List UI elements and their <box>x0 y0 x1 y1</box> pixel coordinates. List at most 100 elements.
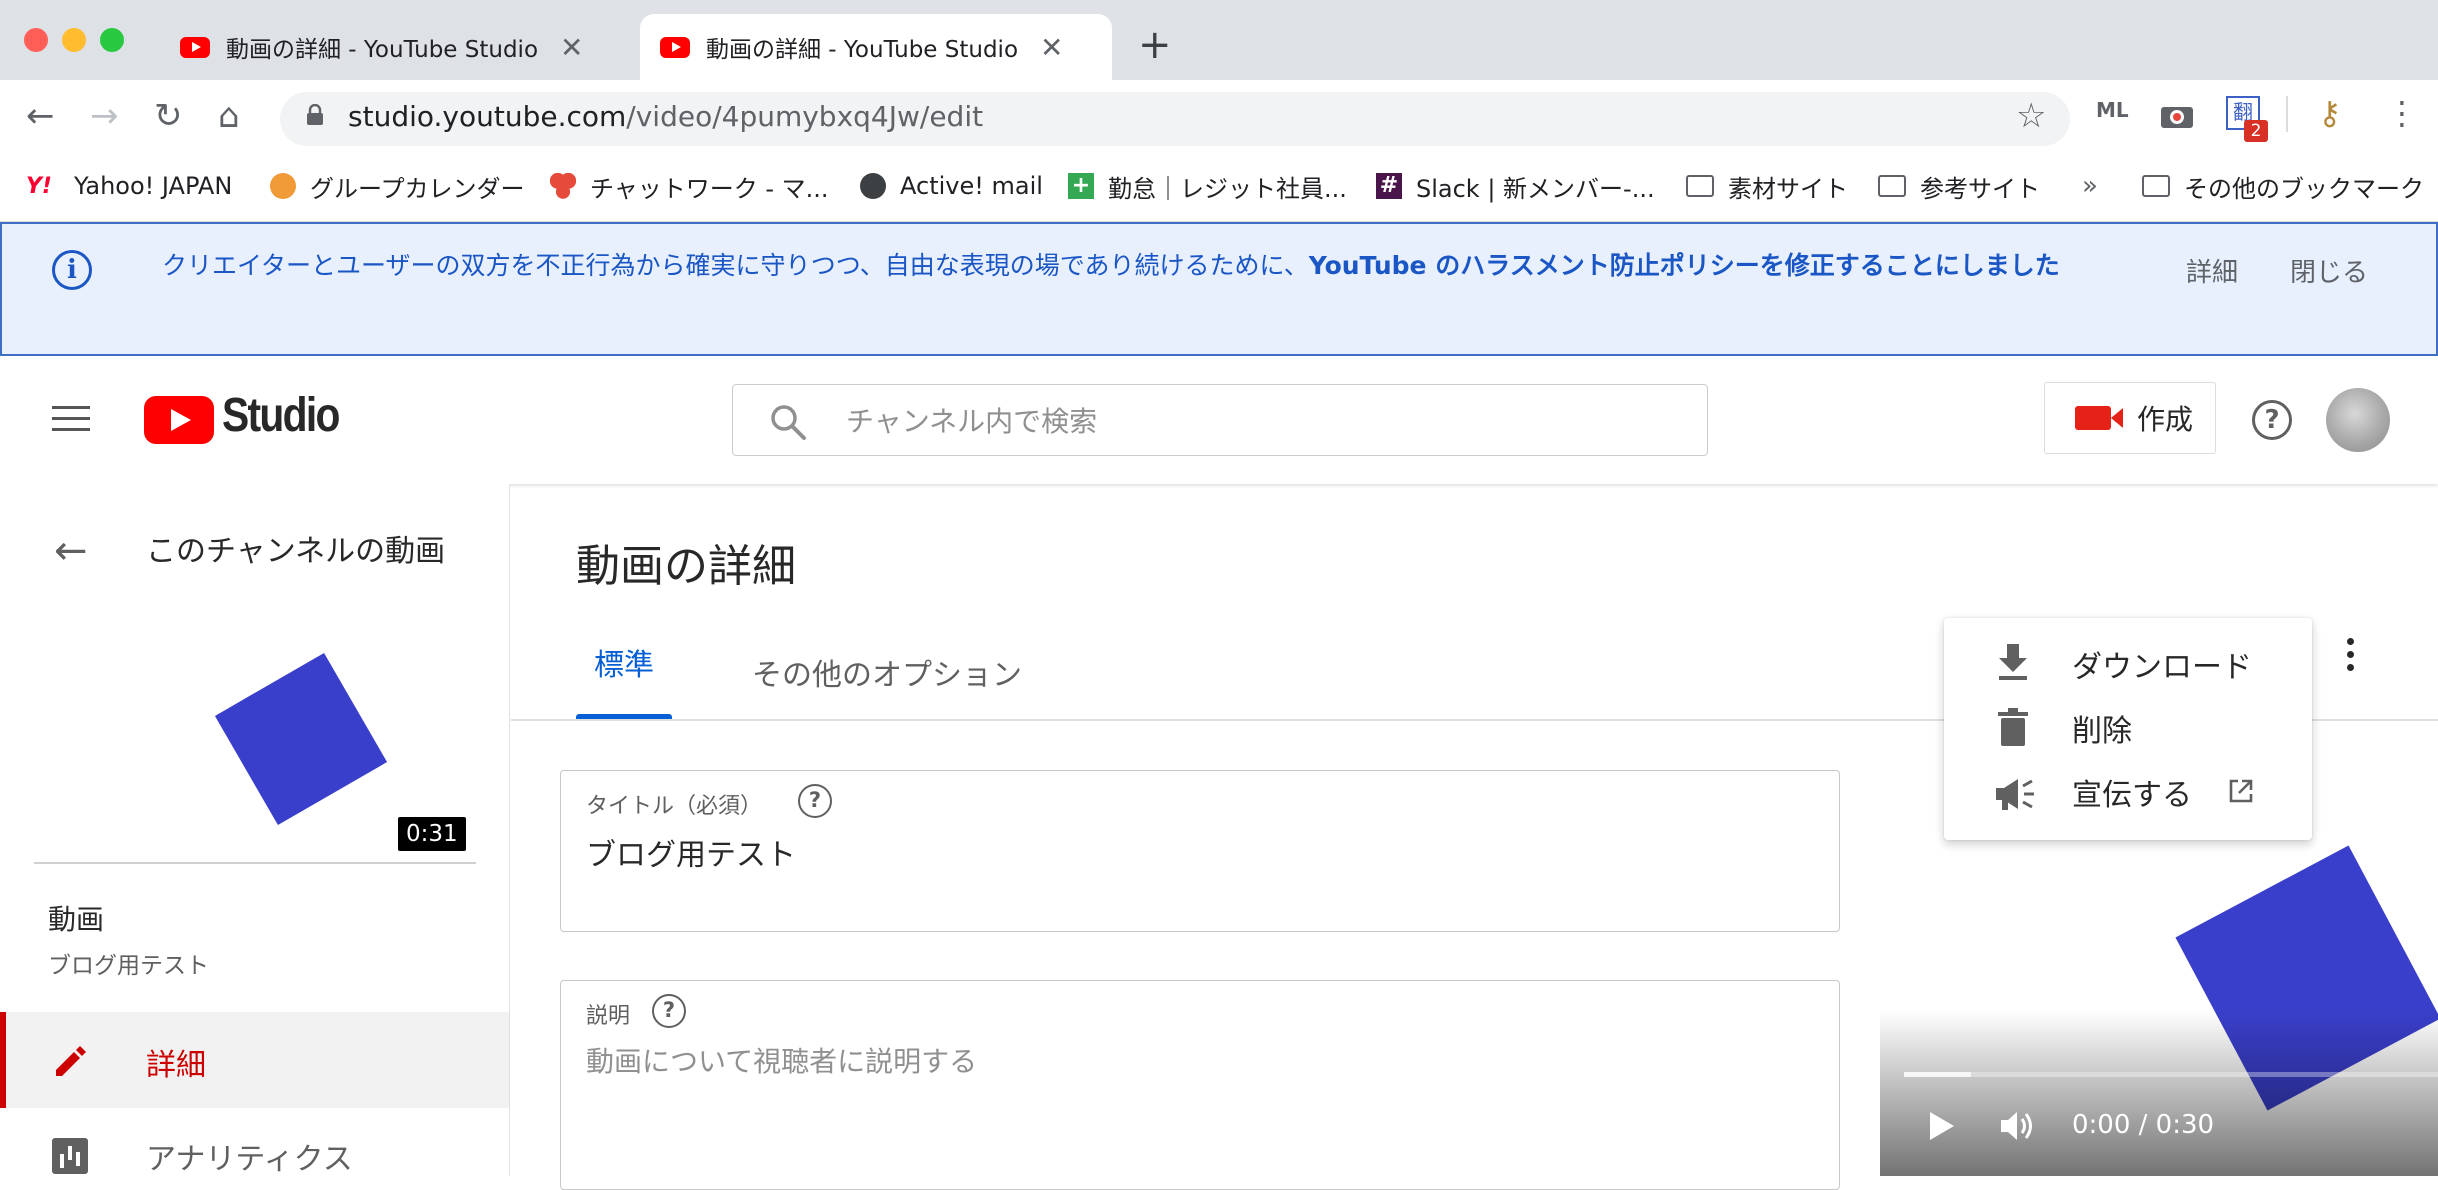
browser-tab-1[interactable]: 動画の詳細 - YouTube Studio ✕ <box>160 14 630 80</box>
tab-title: 動画の詳細 - YouTube Studio <box>226 37 539 63</box>
page-title: 動画の詳細 <box>576 541 796 592</box>
back-arrow-icon[interactable]: ← <box>26 96 55 136</box>
browser-menu-icon[interactable]: ⋮ <box>2386 94 2418 132</box>
megaphone-icon <box>1996 779 2034 810</box>
bookmark-chatwork[interactable]: チャットワーク - マ... <box>550 165 829 207</box>
menu-delete-label: 削除 <box>2072 714 2132 749</box>
banner-close-button[interactable]: 閉じる <box>2290 252 2368 289</box>
hamburger-menu-icon[interactable] <box>52 406 90 432</box>
bookmark-folder-materials[interactable]: 素材サイト <box>1686 165 1848 207</box>
bookmark-slack[interactable]: # Slack | 新メンバー-... <box>1376 165 1655 207</box>
bookmarks-overflow-button[interactable]: » <box>2082 165 2098 207</box>
avatar[interactable] <box>2326 388 2390 452</box>
title-value: ブログ用テスト <box>586 838 796 873</box>
bookmark-label: チャットワーク - マ... <box>590 174 829 203</box>
bookmark-label: Yahoo! JAPAN <box>74 172 233 200</box>
policy-notice-banner <box>0 222 2438 356</box>
channel-videos-link[interactable]: このチャンネルの動画 <box>146 526 445 570</box>
toolbar-divider <box>2286 96 2288 132</box>
sidebar-divider <box>34 862 476 864</box>
player-controls <box>1880 1010 2438 1176</box>
bookmark-label: Active! mail <box>900 172 1043 200</box>
more-options-icon[interactable] <box>2340 638 2360 678</box>
description-placeholder: 動画について視聴者に説明する <box>586 1045 978 1078</box>
download-icon <box>1999 644 2027 680</box>
bookmark-label: 参考サイト <box>1920 174 2040 203</box>
other-bookmarks-folder[interactable]: その他のブックマーク <box>2142 165 2424 207</box>
slack-favicon-icon: # <box>1376 173 1402 199</box>
progress-bar[interactable] <box>1904 1072 2438 1077</box>
url-path: /video/4pumybxq4Jw/edit <box>626 100 984 133</box>
active-indicator <box>0 1012 6 1108</box>
video-section-label: 動画 <box>48 903 105 936</box>
lock-icon <box>307 104 323 125</box>
bookmark-active-mail[interactable]: Active! mail <box>860 165 1043 207</box>
banner-message: クリエイターとユーザーの双方を不正行為から確実に守りつつ、自由な表現の場であり続… <box>162 246 2102 286</box>
trash-icon <box>1998 708 2028 746</box>
analytics-icon <box>52 1138 88 1174</box>
tab-title: 動画の詳細 - YouTube Studio <box>706 37 1019 63</box>
menu-download-label: ダウンロード <box>2072 650 2252 685</box>
extension-badge: 2 <box>2244 120 2268 142</box>
key-extension-icon[interactable]: ⚷ <box>2318 94 2341 132</box>
url-text[interactable]: studio.youtube.com/video/4pumybxq4Jw/edi… <box>348 100 983 133</box>
title-help-icon[interactable]: ? <box>798 784 832 818</box>
bookmark-yahoo[interactable]: Y! Yahoo! JAPAN <box>26 165 232 207</box>
home-icon[interactable]: ⌂ <box>218 96 240 136</box>
browser-tab-2[interactable]: 動画の詳細 - YouTube Studio ✕ <box>640 14 1112 80</box>
yahoo-favicon-icon: Y! <box>26 173 52 199</box>
bookmark-label: Slack | 新メンバー-... <box>1416 174 1655 203</box>
bookmark-group-calendar[interactable]: グループカレンダー <box>270 165 525 207</box>
folder-icon <box>1686 175 1714 197</box>
youtube-logo-icon[interactable] <box>144 396 214 444</box>
menu-promote-label: 宣伝する <box>2072 778 2192 813</box>
help-icon[interactable]: ? <box>2252 400 2292 440</box>
back-arrow-icon[interactable]: ← <box>54 528 88 574</box>
create-button[interactable]: 作成 <box>2044 382 2216 454</box>
globe-icon <box>860 173 886 199</box>
bookmark-attendance[interactable]: + 勤怠｜レジット社員... <box>1068 165 1347 207</box>
bookmark-label: 素材サイト <box>1728 174 1848 203</box>
sidebar-item-details-label: 詳細 <box>146 1048 206 1083</box>
camera-extension-icon[interactable] <box>2160 102 2194 130</box>
video-camera-icon <box>2075 406 2123 430</box>
banner-detail-button[interactable]: 詳細 <box>2186 252 2238 289</box>
window-zoom-button[interactable] <box>100 28 124 52</box>
ml-extension-icon[interactable]: ML <box>2096 98 2129 122</box>
bookmark-label: 勤怠｜レジット社員... <box>1108 174 1347 203</box>
banner-policy-link[interactable]: YouTube のハラスメント防止ポリシーを修正することにしました <box>1309 251 2060 280</box>
reload-icon[interactable]: ↻ <box>154 96 183 136</box>
time-readout: 0:00 / 0:30 <box>2072 1110 2215 1140</box>
chatwork-favicon-icon <box>550 173 576 199</box>
bookmark-label: グループカレンダー <box>310 174 525 203</box>
folder-icon <box>1878 175 1906 197</box>
folder-icon <box>2142 175 2170 197</box>
description-field-label: 説明 <box>586 1004 631 1029</box>
volume-icon[interactable] <box>1998 1108 2038 1144</box>
calendar-favicon-icon <box>270 173 296 199</box>
bookmark-folder-reference[interactable]: 参考サイト <box>1878 165 2040 207</box>
search-placeholder: チャンネル内で検索 <box>846 405 1098 438</box>
tab-close-icon[interactable]: ✕ <box>560 31 583 64</box>
window-minimize-button[interactable] <box>62 28 86 52</box>
external-link-icon <box>2229 779 2253 803</box>
youtube-favicon-icon <box>180 36 210 58</box>
title-field-label: タイトル（必須） <box>586 794 763 819</box>
thumbnail-duration: 0:31 <box>398 817 466 851</box>
window-close-button[interactable] <box>24 28 48 52</box>
forward-arrow-icon[interactable]: → <box>90 96 119 136</box>
search-icon <box>771 405 806 440</box>
sidebar-item-analytics[interactable]: アナリティクス <box>146 1134 353 1178</box>
play-icon[interactable] <box>1930 1112 1954 1140</box>
tab-other-options[interactable]: その他のオプション <box>752 650 1022 694</box>
description-field[interactable] <box>560 980 1840 1190</box>
progress-bar-fill <box>1904 1072 1971 1077</box>
sheets-favicon-icon: + <box>1068 173 1094 199</box>
studio-logo-text[interactable]: Studio <box>222 388 340 443</box>
tab-standard[interactable]: 標準 <box>576 640 672 720</box>
description-help-icon[interactable]: ? <box>652 994 686 1028</box>
bookmark-star-icon[interactable]: ☆ <box>2016 96 2046 136</box>
new-tab-button[interactable]: + <box>1138 22 1172 68</box>
banner-text: クリエイターとユーザーの双方を不正行為から確実に守りつつ、自由な表現の場であり続… <box>162 251 1309 280</box>
tab-close-icon[interactable]: ✕ <box>1040 31 1063 64</box>
